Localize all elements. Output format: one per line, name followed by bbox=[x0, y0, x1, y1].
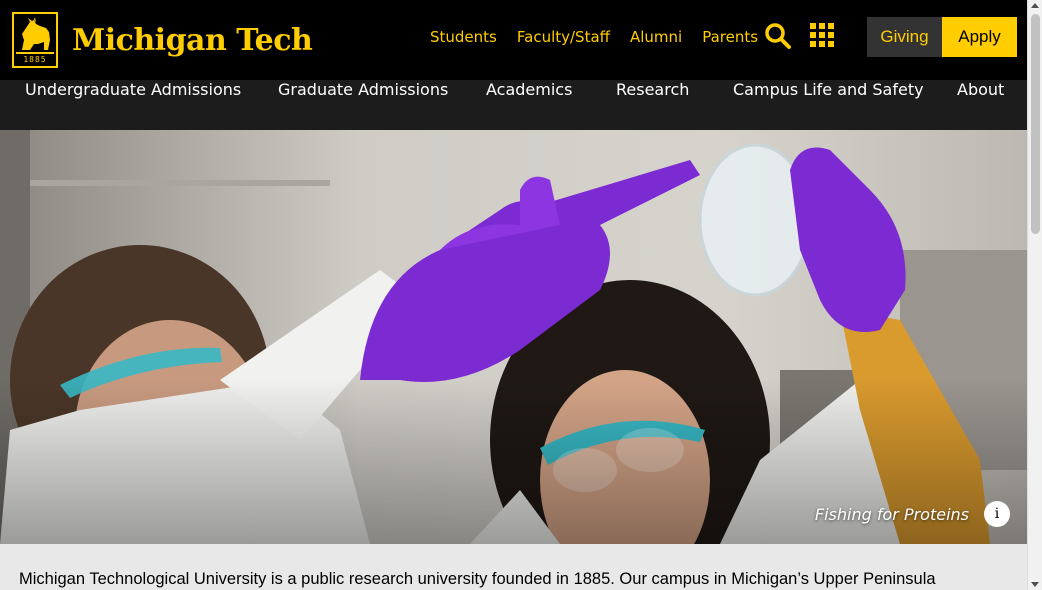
search-icon bbox=[765, 23, 791, 49]
site-header: 1885 Michigan Tech Students Faculty/Staf… bbox=[0, 0, 1027, 80]
nav-academics[interactable]: Academics bbox=[486, 80, 572, 130]
info-icon[interactable]: i bbox=[984, 501, 1010, 527]
util-link-parents[interactable]: Parents bbox=[702, 28, 758, 46]
nav-research[interactable]: Research bbox=[616, 80, 689, 130]
grid-menu-icon[interactable] bbox=[810, 23, 834, 47]
home-logo-link[interactable]: 1885 Michigan Tech bbox=[12, 12, 313, 68]
util-link-alumni[interactable]: Alumni bbox=[630, 28, 682, 46]
intro-text: Michigan Technological University is a p… bbox=[19, 570, 936, 588]
scroll-up-icon[interactable] bbox=[1031, 3, 1039, 8]
intro-section: Michigan Technological University is a p… bbox=[0, 544, 1027, 590]
scroll-down-icon[interactable] bbox=[1031, 582, 1039, 587]
nav-campus-life-safety[interactable]: Campus Life and Safety bbox=[733, 80, 924, 130]
main-nav: Undergraduate Admissions Graduate Admiss… bbox=[0, 80, 1027, 130]
nav-about[interactable]: About bbox=[957, 80, 1004, 130]
hero-caption: Fishing for Proteins bbox=[814, 505, 969, 524]
nav-graduate-admissions[interactable]: Graduate Admissions bbox=[278, 80, 448, 130]
utility-nav: Students Faculty/Staff Alumni Parents bbox=[430, 28, 758, 46]
husky-seal-logo: 1885 bbox=[12, 12, 58, 68]
page: 1885 Michigan Tech Students Faculty/Staf… bbox=[0, 0, 1027, 590]
scrollbar-thumb[interactable] bbox=[1031, 14, 1040, 234]
nav-undergraduate-admissions[interactable]: Undergraduate Admissions bbox=[25, 80, 241, 130]
page-scrollbar[interactable] bbox=[1027, 0, 1042, 590]
util-link-faculty-staff[interactable]: Faculty/Staff bbox=[517, 28, 610, 46]
seal-year: 1885 bbox=[16, 52, 54, 64]
util-link-students[interactable]: Students bbox=[430, 28, 497, 46]
apply-button[interactable]: Apply bbox=[942, 17, 1017, 57]
brand-wordmark: Michigan Tech bbox=[72, 22, 313, 58]
giving-button[interactable]: Giving bbox=[867, 17, 942, 57]
hero-banner: Fishing for Proteins i bbox=[0, 130, 1027, 544]
search-button[interactable] bbox=[764, 22, 792, 50]
hero-photo-lab-researchers bbox=[0, 130, 1027, 544]
